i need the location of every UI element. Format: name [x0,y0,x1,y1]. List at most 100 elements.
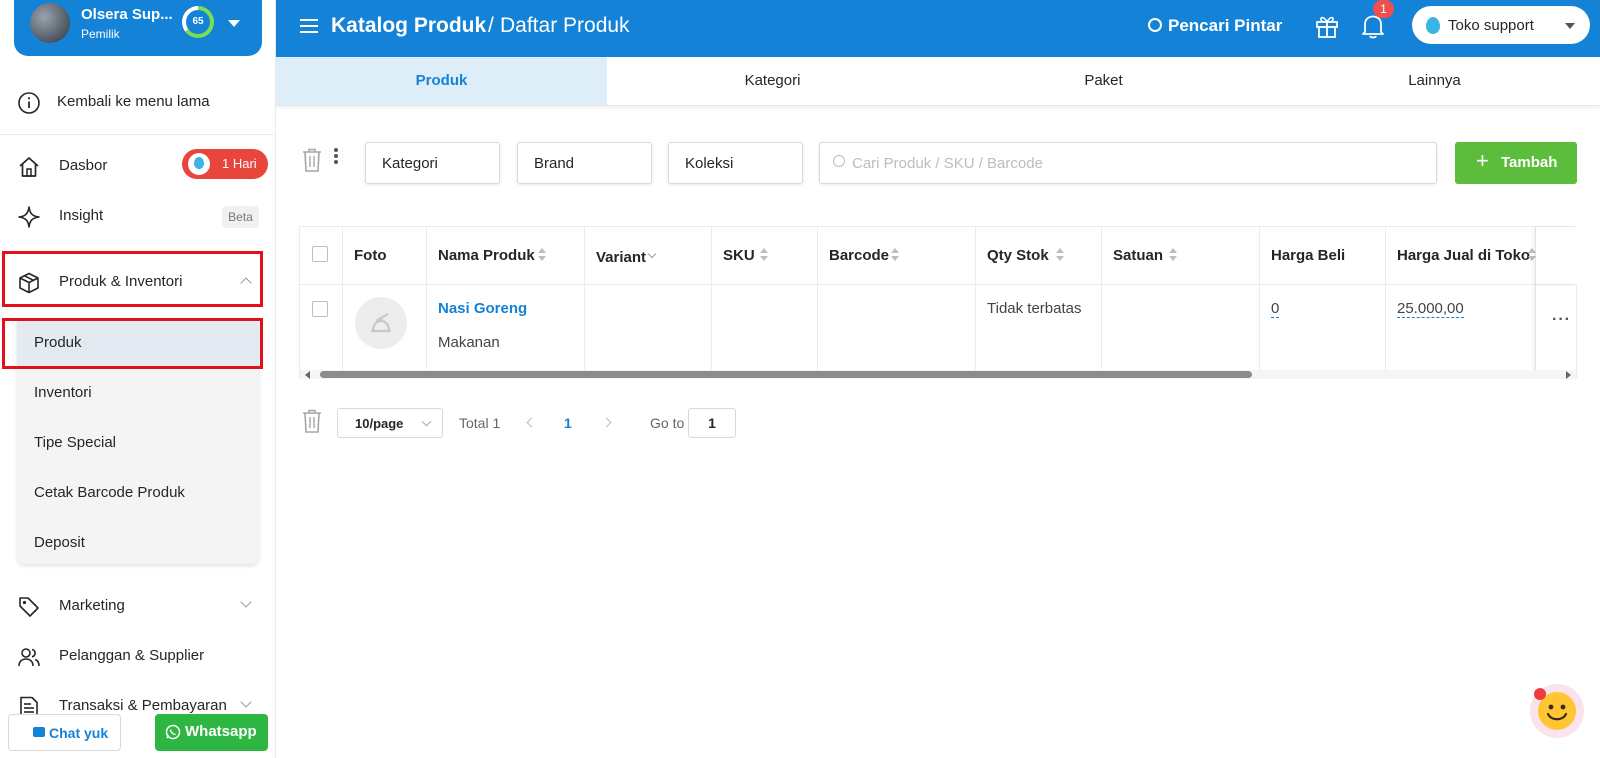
sort-icon[interactable] [1056,248,1064,262]
next-page-icon[interactable] [601,417,612,428]
product-search-input[interactable] [852,151,1422,175]
beta-badge: Beta [222,206,259,228]
product-qty: Tidak terbatas [987,300,1082,317]
column-header-label: Barcode [829,247,890,264]
whatsapp-button-label: Whatsapp [185,723,257,740]
sidebar-item-label: Pelanggan & Supplier [59,647,205,664]
score-ring: 65 [182,6,214,38]
page-title[interactable]: Katalog Produk [331,14,486,38]
whatsapp-icon [165,724,181,740]
filter-brand-button[interactable]: Brand [517,142,652,184]
trial-days-badge[interactable]: 1 Hari [182,149,268,179]
select-all-checkbox[interactable] [312,246,328,262]
product-name-link[interactable]: Nasi Goreng [438,300,527,317]
horizontal-scrollbar[interactable] [300,370,1576,379]
more-horizontal-icon[interactable]: ··· [1552,311,1571,329]
filter-kategori-button[interactable]: Kategori [365,142,500,184]
scrollbar-thumb[interactable] [320,371,1252,378]
chevron-down-icon [240,696,252,708]
column-header-label: Qty Stok [987,247,1049,264]
current-page-number[interactable]: 1 [564,415,572,431]
sparkle-icon [18,206,40,228]
tab-lainnya[interactable]: Lainnya [1269,57,1600,105]
chat-bubble-icon [33,727,45,737]
row-actions-cell: ··· [1536,285,1577,377]
product-harga-jual-cell: 25.000,00 [1386,285,1536,377]
scroll-right-arrow-icon[interactable] [1566,371,1571,379]
sidebar-item-produk-inventori[interactable]: Produk & Inventori [0,262,276,302]
row-checkbox[interactable] [312,301,328,317]
total-count: Total 1 [459,415,501,431]
column-header-nama-produk[interactable]: Nama Produk [427,227,585,285]
profile-card[interactable]: Olsera Sup... Pemilik 65 [14,0,262,56]
add-product-button[interactable]: + Tambah [1455,142,1577,184]
chevron-down-icon [421,416,432,427]
trash-icon[interactable] [302,148,322,172]
caret-down-icon[interactable] [228,20,240,27]
notification-dot [1534,688,1546,700]
score-value: 65 [186,10,210,34]
column-header-qty-stok[interactable]: Qty Stok [976,227,1102,285]
column-header-label: Harga Beli [1271,247,1346,264]
product-category: Makanan [438,334,500,351]
gift-icon[interactable] [1314,13,1340,39]
sort-icon[interactable] [1169,248,1177,262]
column-header-harga-jual[interactable]: Harga Jual di Toko [1386,227,1536,285]
goto-label: Go to [650,415,685,431]
goto-page-input[interactable] [688,408,736,438]
sort-icon[interactable] [1528,248,1536,262]
product-search-box [819,142,1437,184]
back-label: Kembali ke menu lama [57,93,210,110]
sidebar-item-inventori[interactable]: Inventori [17,368,259,416]
hamburger-menu-icon[interactable] [300,19,318,33]
tab-kategori[interactable]: Kategori [607,57,938,105]
add-button-label: Tambah [1501,154,1558,171]
product-harga-jual[interactable]: 25.000,00 [1397,300,1464,318]
sidebar: Olsera Sup... Pemilik 65 Kembali ke menu… [0,0,276,758]
column-header-sku[interactable]: SKU [712,227,818,285]
back-to-old-menu[interactable]: Kembali ke menu lama [0,82,276,122]
filter-koleksi-button[interactable]: Koleksi [668,142,803,184]
store-selector[interactable]: Toko support [1412,6,1590,44]
more-vertical-icon[interactable] [334,148,338,164]
column-header-satuan[interactable]: Satuan [1102,227,1260,285]
sort-icon[interactable] [538,248,546,262]
tab-produk[interactable]: Produk [276,57,607,105]
notification-count-badge: 1 [1373,0,1394,18]
chevron-down-icon[interactable] [647,249,657,259]
product-photo-placeholder [355,297,407,349]
column-header-label: Satuan [1113,247,1164,264]
trash-icon[interactable] [302,409,322,433]
page-size-select[interactable]: 10/page [337,408,443,438]
column-header-variant[interactable]: Variant [585,227,712,285]
sidebar-item-label: Insight [59,207,104,224]
product-harga-beli[interactable]: 0 [1271,300,1280,318]
whatsapp-button[interactable]: Whatsapp [155,714,268,751]
breadcrumb-current: Daftar Produk [500,14,630,37]
page-size-value: 10/page [355,416,404,431]
sidebar-item-label: Produk & Inventori [59,273,183,290]
product-harga-beli-cell: 0 [1260,285,1386,377]
column-header-barcode[interactable]: Barcode [818,227,976,285]
sidebar-item-label: Tipe Special [34,434,116,451]
food-placeholder-icon [371,313,391,333]
sidebar-item-deposit[interactable]: Deposit [17,518,259,566]
feedback-smiley-button[interactable] [1530,684,1584,738]
sidebar-item-pelanggan-supplier[interactable]: Pelanggan & Supplier [0,636,276,676]
sort-icon[interactable] [760,248,768,262]
prev-page-icon[interactable] [526,417,537,428]
sort-icon[interactable] [891,248,899,262]
sidebar-item-tipe-special[interactable]: Tipe Special [17,418,259,466]
profile-name: Olsera Sup... [81,6,173,23]
product-sku-cell [712,285,818,377]
sidebar-item-label: Cetak Barcode Produk [34,484,185,501]
balloon-icon [1426,17,1440,34]
product-satuan-cell [1102,285,1260,377]
sidebar-item-marketing[interactable]: Marketing [0,586,276,626]
tab-paket[interactable]: Paket [938,57,1269,105]
smart-search-button[interactable]: Pencari Pintar [1148,16,1282,36]
chat-button[interactable]: Chat yuk [8,714,121,751]
scroll-left-arrow-icon[interactable] [305,371,310,379]
box-icon [19,272,39,294]
sidebar-item-cetak-barcode[interactable]: Cetak Barcode Produk [17,468,259,516]
